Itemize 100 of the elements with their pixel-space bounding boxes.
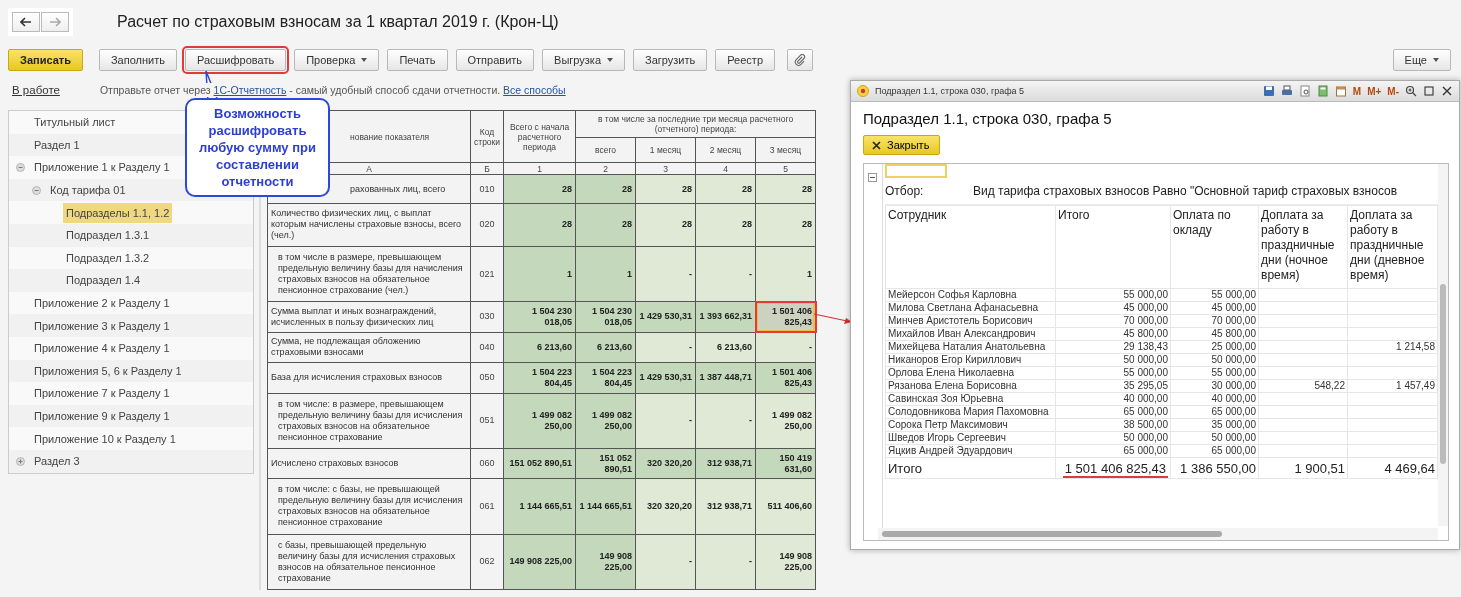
value-cell[interactable]: - (695, 246, 756, 302)
sidebar-item[interactable]: Приложение 10 к Разделу 1 (31, 428, 179, 449)
zoom-icon[interactable] (1405, 85, 1417, 97)
collapse-icon[interactable] (31, 185, 41, 195)
expand-icon[interactable] (15, 456, 25, 466)
close-icon[interactable] (1441, 85, 1453, 97)
value-cell[interactable]: 149 908 225,00 (755, 534, 816, 590)
save-icon[interactable] (1262, 85, 1275, 97)
memory-button[interactable]: M- (1387, 85, 1399, 97)
preview-icon[interactable] (1298, 85, 1311, 97)
value-cell[interactable]: 312 938,71 (695, 448, 756, 479)
value-cell[interactable]: 28 (575, 174, 636, 204)
value-cell[interactable]: - (695, 393, 756, 449)
value-cell[interactable]: 1 144 665,51 (503, 478, 576, 535)
memory-button[interactable]: M+ (1367, 85, 1382, 97)
value-cell[interactable]: 6 213,60 (503, 332, 576, 363)
sidebar-item[interactable]: Подраздел 1.3.2 (63, 247, 153, 268)
value-cell[interactable]: 6 213,60 (575, 332, 636, 363)
value-cell[interactable]: 1 501 406 825,43 (755, 301, 816, 333)
print-icon[interactable] (1280, 85, 1293, 97)
value-cell[interactable]: - (635, 332, 696, 363)
toolbar-button[interactable]: Загрузить (633, 49, 708, 71)
value-cell[interactable]: 312 938,71 (695, 478, 756, 535)
value-cell[interactable]: 151 052 890,51 (575, 448, 636, 479)
toolbar-button[interactable]: Расшифровать (184, 49, 287, 71)
value-cell[interactable]: - (635, 534, 696, 590)
value-cell[interactable]: 1 144 665,51 (575, 478, 636, 535)
back-button[interactable] (12, 12, 40, 32)
collapse-icon[interactable] (15, 163, 25, 172)
value-cell[interactable]: - (755, 332, 816, 363)
value-cell[interactable]: 1 504 223 804,45 (503, 362, 576, 394)
horizontal-scrollbar[interactable] (878, 528, 1438, 540)
value-cell[interactable]: 1 504 223 804,45 (575, 362, 636, 394)
toolbar-button[interactable]: Отправить (455, 49, 535, 71)
value-cell[interactable]: 1 504 230 018,05 (503, 301, 576, 333)
toolbar-button[interactable]: Заполнить (98, 49, 177, 71)
close-button[interactable]: Закрыть (863, 135, 941, 155)
value-cell[interactable]: 28 (755, 203, 816, 247)
sidebar-item[interactable]: Титульный лист (31, 112, 119, 133)
value-cell[interactable]: 1 501 406 825,43 (755, 362, 816, 394)
reporting-link[interactable]: 1С-Отчетность (213, 84, 287, 96)
value-cell[interactable]: - (635, 393, 696, 449)
value-cell[interactable]: 1 429 530,31 (635, 301, 696, 333)
attach-button[interactable] (787, 49, 813, 71)
value-cell[interactable]: 1 499 082 250,00 (755, 393, 816, 449)
sidebar-item[interactable]: Приложение 7 к Разделу 1 (31, 383, 173, 404)
value-cell[interactable]: 1 499 082 250,00 (575, 393, 636, 449)
column-header: 3 месяц (769, 145, 802, 155)
value-cell[interactable]: 1 387 448,71 (695, 362, 756, 394)
sidebar-item[interactable]: Приложение 2 к Разделу 1 (31, 293, 173, 314)
sidebar-item[interactable]: Раздел 1 (31, 134, 83, 155)
more-button[interactable]: Еще (1392, 49, 1451, 71)
value-cell[interactable]: 320 320,20 (635, 448, 696, 479)
all-methods-link[interactable]: Все способы (503, 84, 566, 96)
toolbar-button[interactable]: Выгрузка (542, 49, 625, 71)
value-cell[interactable]: 149 908 225,00 (575, 534, 636, 590)
value-cell[interactable]: 511 406,60 (755, 478, 816, 535)
value-cell[interactable]: 1 (575, 246, 636, 302)
value-cell[interactable]: 151 052 890,51 (503, 448, 576, 479)
toolbar-button[interactable]: Проверка (294, 49, 380, 71)
calendar-icon[interactable] (1334, 85, 1347, 97)
value-cell[interactable]: 28 (695, 174, 756, 204)
vertical-scrollbar[interactable] (1438, 164, 1448, 526)
toolbar-button[interactable]: Печать (387, 49, 448, 71)
value-cell[interactable]: 6 213,60 (695, 332, 756, 363)
amount-cell: 45 000,00 (1123, 302, 1168, 313)
maximize-icon[interactable] (1423, 85, 1435, 97)
value-cell[interactable]: 28 (635, 174, 696, 204)
value-cell[interactable]: 1 (755, 246, 816, 302)
value-cell[interactable]: 28 (575, 203, 636, 247)
value-cell[interactable]: 28 (755, 174, 816, 204)
memory-button[interactable]: M (1352, 85, 1362, 97)
value-cell[interactable]: - (695, 534, 756, 590)
value-cell[interactable]: 1 499 082 250,00 (503, 393, 576, 449)
value-cell[interactable]: 1 504 230 018,05 (575, 301, 636, 333)
amount-cell: 55 000,00 (1123, 367, 1168, 378)
sidebar-item[interactable]: Подразделы 1.1, 1.2 (63, 202, 173, 223)
value-cell[interactable]: 28 (635, 203, 696, 247)
collapse-icon[interactable] (868, 173, 877, 182)
value-cell[interactable]: 1 393 662,31 (695, 301, 756, 333)
toolbar-button[interactable]: Реестр (715, 49, 775, 71)
value-cell[interactable]: 28 (503, 174, 576, 204)
sidebar-item[interactable]: Приложение 4 к Разделу 1 (31, 338, 173, 359)
line-code: 021 (479, 268, 495, 279)
sidebar-item[interactable]: Приложение 1 к Разделу 1 (31, 157, 173, 178)
value-cell[interactable]: - (635, 246, 696, 302)
value-cell[interactable]: 150 419 631,60 (755, 448, 816, 479)
value-cell[interactable]: 28 (695, 203, 756, 247)
status-link[interactable]: В работе (12, 84, 60, 96)
save-button[interactable]: Записать (8, 49, 83, 71)
value-cell[interactable]: 28 (503, 203, 576, 247)
total-amount: 1 501 406 825,43 (1062, 460, 1168, 478)
calculator-icon[interactable] (1316, 85, 1329, 97)
selected-cell[interactable] (885, 164, 947, 178)
sidebar-item[interactable]: Раздел 3 (31, 451, 83, 472)
value-cell[interactable]: 149 908 225,00 (503, 534, 576, 590)
value-cell[interactable]: 1 (503, 246, 576, 302)
value-cell[interactable]: 320 320,20 (635, 478, 696, 535)
value-cell[interactable]: 1 429 530,31 (635, 362, 696, 394)
column-header: Оплата по окладу (1173, 208, 1231, 237)
